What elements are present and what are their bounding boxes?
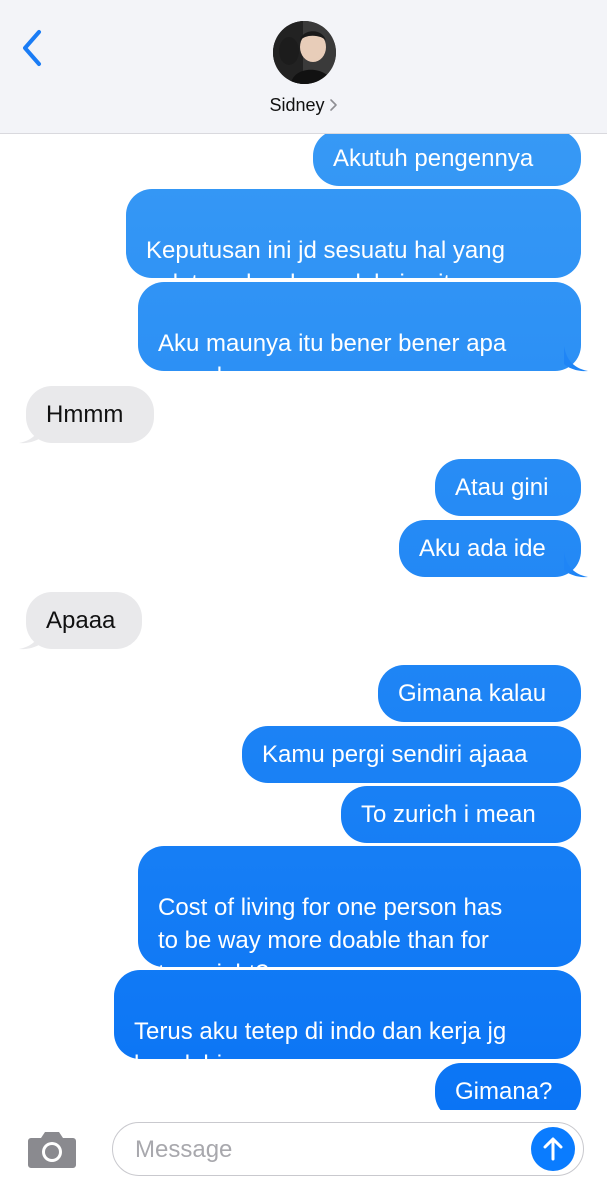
message-thread: Akutuh pengennya Keputusan ini jd sesuat… — [0, 0, 607, 1118]
bubble-tail — [19, 624, 43, 650]
conversation-header: Sidney — [0, 0, 607, 134]
chevron-right-icon — [329, 98, 338, 112]
message-text: Hmmm — [46, 401, 124, 428]
chevron-left-icon — [23, 30, 41, 66]
message-bubble-sent[interactable]: Aku maunya itu bener bener apa yang kamu… — [138, 282, 581, 390]
message-bubble-sent[interactable]: Atau gini — [435, 459, 581, 516]
message-text: Gimana kalau — [398, 680, 547, 707]
bubble-tail — [564, 552, 588, 578]
message-bubble-sent[interactable]: Akutuh pengennya — [313, 130, 581, 186]
message-bubble-sent[interactable]: Kamu pergi sendiri ajaaa — [242, 726, 581, 783]
contact-name-button[interactable]: Sidney — [0, 92, 607, 118]
camera-button[interactable] — [27, 1129, 77, 1169]
message-text: Apaaa — [46, 607, 116, 634]
message-text: Atau gini — [455, 474, 549, 501]
message-text: Gimana? — [455, 1078, 553, 1105]
message-bubble-sent[interactable]: Keputusan ini jd sesuatu hal yang gak te… — [126, 189, 581, 297]
message-bubble-received[interactable]: Apaaa — [26, 592, 142, 649]
message-bubble-sent[interactable]: Cost of living for one person has to be … — [138, 846, 581, 987]
message-text: Akutuh pengennya — [333, 145, 534, 172]
message-input-field[interactable] — [112, 1122, 584, 1177]
contact-name: Sidney — [269, 94, 325, 115]
send-button[interactable] — [531, 1127, 575, 1171]
message-bubble-sent[interactable]: Terus aku tetep di indo dan kerja jg kay… — [114, 970, 581, 1078]
message-bubble-sent[interactable]: Gimana kalau — [378, 665, 581, 722]
message-text: Aku ada ide — [419, 535, 546, 562]
message-bubble-sent[interactable]: To zurich i mean — [341, 786, 581, 843]
message-text: To zurich i mean — [361, 801, 536, 828]
camera-icon — [28, 1132, 76, 1168]
bubble-tail — [564, 346, 588, 372]
message-text: Aku maunya itu bener bener apa yang kamu… — [158, 330, 507, 390]
bubble-tail — [19, 418, 43, 444]
back-button[interactable] — [14, 26, 50, 70]
message-input[interactable] — [133, 1123, 517, 1177]
message-bubble-received[interactable]: Hmmm — [26, 386, 154, 443]
contact-avatar[interactable] — [273, 21, 336, 84]
message-bubble-sent[interactable]: Aku ada ide — [399, 520, 581, 577]
message-text: Kamu pergi sendiri ajaaa — [262, 741, 528, 768]
arrow-up-icon — [543, 1137, 563, 1161]
